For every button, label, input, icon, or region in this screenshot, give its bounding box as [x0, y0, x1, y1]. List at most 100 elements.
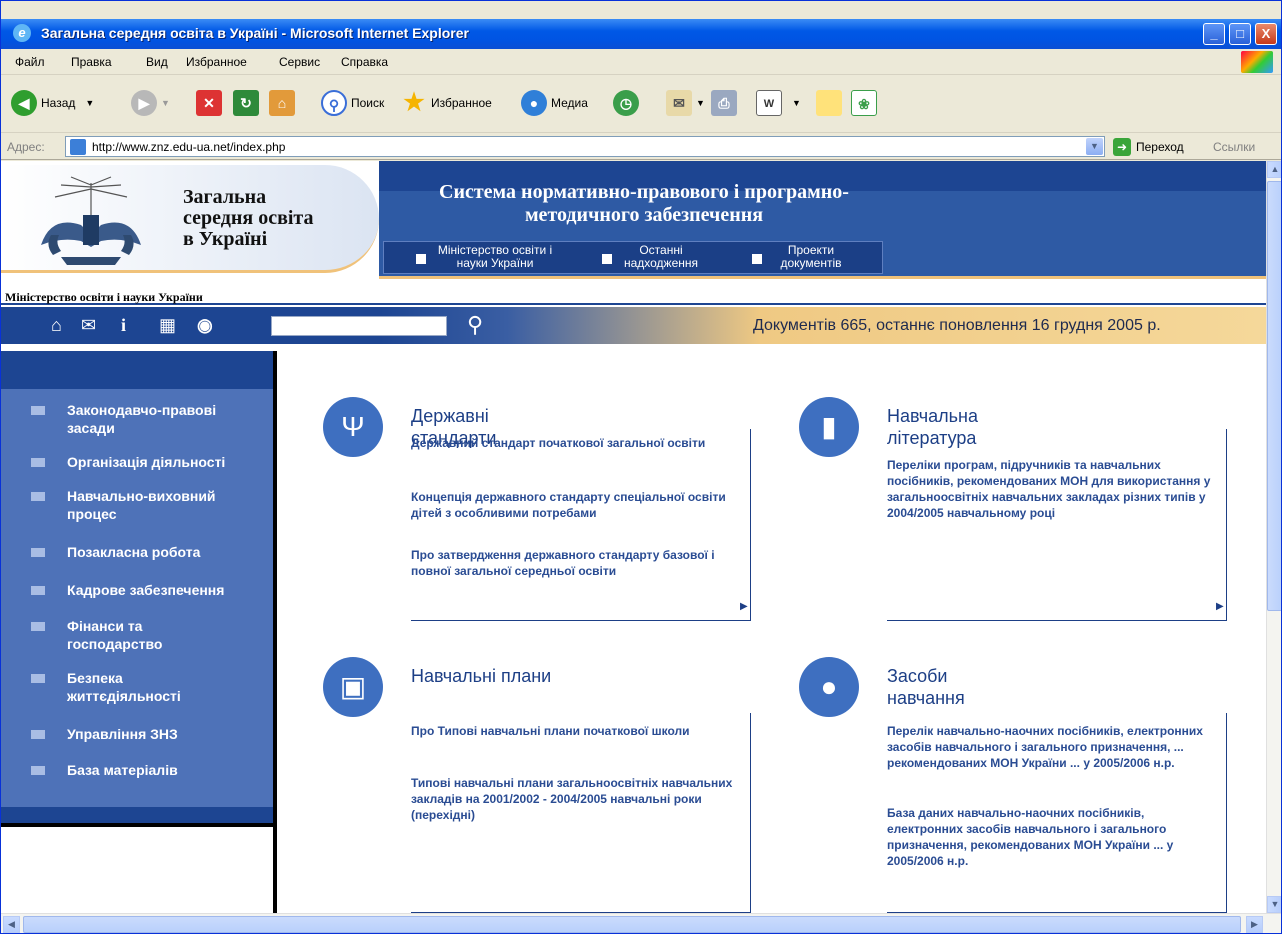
sidebar-item-label: Організація діяльності	[67, 454, 226, 470]
link-textbook-list[interactable]: Переліки програм, підручників та навчаль…	[887, 457, 1217, 521]
browser-window: e Загальна середня освіта в Україні - Mi…	[0, 0, 1282, 934]
top-nav-ministry[interactable]: Міністерство освіти і науки України	[416, 243, 560, 270]
menu-favorites[interactable]: Избранное	[186, 55, 247, 69]
sidebar-item-legal[interactable]: Законодавчо-правові засади	[31, 401, 261, 437]
sidebar-menu: Законодавчо-правові засади Організація д…	[1, 389, 273, 807]
back-arrow-icon: ◀	[11, 90, 37, 116]
more-arrow-icon[interactable]: ▶	[1216, 601, 1224, 612]
sidebar-item-educational-process[interactable]: Навчально-виховний процес	[31, 487, 261, 523]
back-button[interactable]: ◀ Назад ▼	[11, 88, 94, 118]
document-count: Документів 665, останнє поновлення 16 гр…	[753, 317, 1161, 334]
top-nav-label: Міністерство освіти і науки України	[437, 243, 553, 270]
messenger-button[interactable]: ❀	[851, 88, 881, 118]
refresh-button[interactable]: ↻	[233, 88, 263, 118]
help-icon[interactable]: ◉	[197, 315, 213, 335]
scroll-thumb[interactable]	[1267, 181, 1281, 611]
page-icon	[70, 139, 86, 155]
links-button[interactable]: Ссылки	[1213, 140, 1255, 154]
sidebar-item-safety[interactable]: Безпека життєдіяльності	[31, 669, 211, 705]
link-visual-aids-list[interactable]: Перелік навчально-наочних посібників, ел…	[887, 723, 1217, 771]
link-typical-plans-primary[interactable]: Про Типові навчальні плани початкової шк…	[411, 723, 741, 739]
close-button[interactable]: X	[1255, 23, 1277, 45]
go-button[interactable]: ➜ Переход	[1113, 138, 1184, 156]
sidebar-top	[1, 351, 273, 389]
chevron-down-icon: ▼	[792, 98, 801, 108]
more-arrow-icon[interactable]: ▶	[740, 601, 748, 612]
search-icon[interactable]: ⚲	[467, 312, 483, 338]
sidebar-item-label: Кадрове забезпечення	[67, 582, 225, 598]
sidebar-item-label: База матеріалів	[67, 762, 178, 778]
scroll-thumb[interactable]	[23, 916, 1241, 933]
address-label: Адрес:	[7, 140, 45, 154]
home-button[interactable]: ⌂	[269, 88, 299, 118]
sidebar-item-finance[interactable]: Фінанси та господарство	[31, 617, 211, 653]
globe-icon: ●	[799, 657, 859, 717]
star-icon: ★	[403, 89, 425, 116]
forward-button[interactable]: ▶ ▼	[131, 88, 170, 118]
scroll-up-icon[interactable]: ▲	[1267, 161, 1281, 178]
scroll-right-icon[interactable]: ▶	[1246, 916, 1263, 933]
link-typical-plans-general[interactable]: Типові навчальні плани загальноосвітніх …	[411, 775, 741, 823]
vertical-scrollbar[interactable]: ▲ ▼	[1266, 161, 1281, 913]
notes-button[interactable]	[816, 88, 846, 118]
link-visual-aids-database[interactable]: База даних навчально-наочних посібників,…	[887, 805, 1217, 869]
scroll-down-icon[interactable]: ▼	[1267, 896, 1281, 913]
sidebar-item-staffing[interactable]: Кадрове забезпечення	[31, 581, 271, 599]
link-concept-special[interactable]: Концепція державного стандарту спеціальн…	[411, 489, 741, 521]
bullet-icon	[752, 254, 762, 264]
link-standard-basic[interactable]: Про затвердження державного стандарту ба…	[411, 547, 741, 579]
top-nav-label: Проекти документів	[780, 243, 842, 270]
sitemap-icon[interactable]: ▦	[159, 315, 176, 335]
top-nav-latest[interactable]: Останні надходження	[602, 244, 706, 270]
sidebar-item-materials[interactable]: База матеріалів	[31, 761, 261, 779]
media-button[interactable]: ● Медиа	[521, 88, 588, 118]
home-icon: ⌂	[269, 90, 295, 116]
sidebar-item-label: Позакласна робота	[67, 544, 201, 560]
menu-help[interactable]: Справка	[341, 55, 388, 69]
menu-tools[interactable]: Сервис	[279, 55, 320, 69]
site-name-line: в Україні	[183, 228, 268, 250]
print-button[interactable]: ⎙	[711, 88, 741, 118]
menu-edit[interactable]: Правка	[71, 55, 112, 69]
link-standard-primary[interactable]: Державний стандарт початкової загальної …	[411, 435, 741, 451]
sidebar-item-management[interactable]: Управління ЗНЗ	[31, 725, 261, 743]
address-input[interactable]: http://www.znz.edu-ua.net/index.php ▼	[65, 136, 1105, 157]
title-bar[interactable]: e Загальна середня освіта в Україні - Mi…	[1, 19, 1281, 49]
menu-file[interactable]: Файл	[15, 55, 45, 69]
home-icon[interactable]: ⌂	[51, 315, 62, 335]
top-nav-drafts[interactable]: Проекти документів	[752, 243, 856, 270]
site-name[interactable]: Загальна середня освіта в Україні	[183, 187, 314, 250]
sidebar-item-organization[interactable]: Організація діяльності	[31, 453, 271, 471]
sidebar-item-label: Безпека життєдіяльності	[67, 670, 181, 704]
info-icon[interactable]: i	[121, 315, 126, 335]
search-input[interactable]	[271, 316, 447, 336]
address-dropdown-icon[interactable]: ▼	[1086, 138, 1103, 155]
favorites-button[interactable]: ★ Избранное	[401, 88, 492, 118]
section-title[interactable]: Засоби навчання	[887, 665, 965, 709]
maximize-button[interactable]: □	[1229, 23, 1251, 45]
menu-view[interactable]: Вид	[146, 55, 168, 69]
windows-logo-icon	[1241, 51, 1273, 73]
logo-area: Загальна середня освіта в Україні	[1, 165, 379, 273]
stop-button[interactable]: ✕	[196, 88, 226, 118]
minimize-button[interactable]: _	[1203, 23, 1225, 45]
sidebar-item-extracurricular[interactable]: Позакласна робота	[31, 543, 261, 561]
folder-icon	[31, 548, 45, 557]
mail-button[interactable]: ✉ ▼	[666, 88, 705, 118]
mail-icon[interactable]: ✉	[81, 315, 96, 335]
folder-icon	[31, 406, 45, 415]
search-button[interactable]: ⚲ Поиск	[321, 88, 384, 118]
site-name-line: Загальна	[183, 186, 267, 208]
site-header: Загальна середня освіта в Україні Систем…	[1, 161, 1266, 288]
banner-title: Система нормативно-правового і програмно…	[439, 181, 849, 226]
nav-bar: ⌂ ✉ i ▦ ◉ ⚲ Документів 665, останнє поно…	[1, 307, 1266, 344]
section-title[interactable]: Навчальні плани	[411, 665, 571, 687]
history-button[interactable]: ◷	[613, 88, 643, 118]
scroll-left-icon[interactable]: ◀	[3, 916, 20, 933]
refresh-icon: ↻	[233, 90, 259, 116]
horizontal-scrollbar[interactable]: ◀ ▶	[1, 913, 1281, 933]
sidebar-bottom	[1, 807, 273, 827]
chevron-down-icon: ▼	[85, 98, 95, 108]
edit-button[interactable]: W ▼	[756, 88, 801, 118]
sidebar-item-label: Навчально-виховний процес	[67, 488, 216, 522]
